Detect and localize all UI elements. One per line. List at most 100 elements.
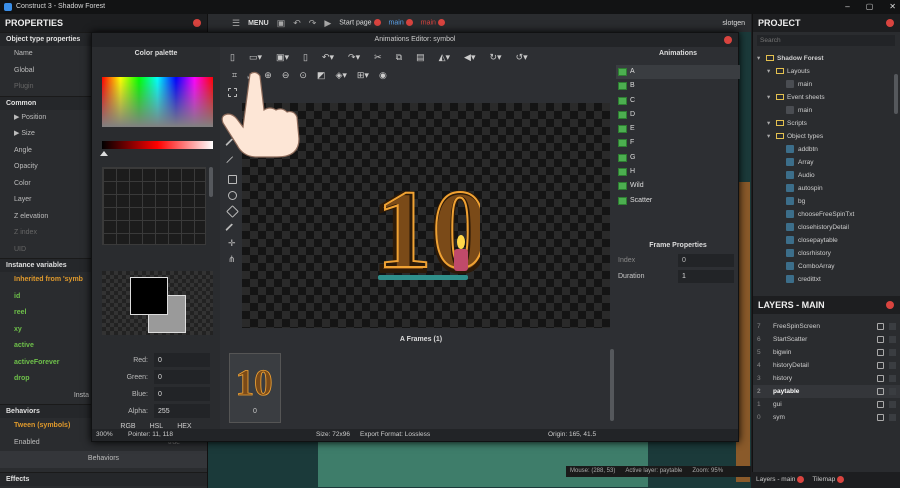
close-tab-icon[interactable] (373, 19, 381, 27)
project-tree-item[interactable]: main (753, 78, 900, 91)
project-tree-item[interactable]: ▾ Scripts (753, 117, 900, 130)
menu-icon[interactable]: ☰ (232, 18, 240, 29)
rotate-cw-icon[interactable]: ↻▾ (490, 52, 502, 63)
visibility-checkbox[interactable] (889, 375, 896, 382)
redo-icon[interactable]: ↷▾ (348, 52, 360, 63)
undo-icon[interactable]: ↶▾ (322, 52, 334, 63)
swatch-scrollbar[interactable] (209, 167, 213, 197)
project-search-input[interactable] (757, 35, 895, 46)
expand-arrow-icon[interactable]: ▾ (757, 52, 766, 65)
visibility-checkbox[interactable] (889, 336, 896, 343)
animation-item[interactable]: D (616, 108, 740, 122)
tab-main-events[interactable]: main (421, 19, 445, 27)
foreground-color-swatch[interactable] (130, 277, 168, 315)
animation-item[interactable]: G (616, 151, 740, 165)
red-input[interactable]: 0 (154, 353, 210, 367)
lock-icon[interactable] (877, 362, 884, 369)
close-tab-icon[interactable] (797, 475, 805, 483)
hue-slider-handle-icon[interactable] (100, 151, 108, 156)
menu-button[interactable]: MENU (248, 20, 269, 27)
lock-icon[interactable] (877, 401, 884, 408)
copy-file-icon[interactable]: ▯ (303, 52, 308, 63)
tab-start-page[interactable]: Start page (339, 19, 381, 27)
close-panel-icon[interactable] (886, 301, 894, 309)
image-settings-icon[interactable]: ◩ (317, 70, 326, 81)
close-panel-icon[interactable] (886, 19, 894, 27)
project-tree-item[interactable]: ▾ Shadow Forest (753, 52, 900, 65)
project-tree-item[interactable]: closrhistory (753, 247, 900, 260)
project-tree-item[interactable]: chooseFreeSpinTxt (753, 208, 900, 221)
color-swatch-grid[interactable] (102, 167, 206, 245)
lock-icon[interactable] (877, 414, 884, 421)
project-tree-item[interactable]: ▾ Object types (753, 130, 900, 143)
fill-tool-icon[interactable] (226, 205, 239, 218)
project-tree-item[interactable]: Audio (753, 169, 900, 182)
animation-item[interactable]: E (616, 122, 740, 136)
project-scrollbar[interactable] (894, 74, 898, 114)
visibility-checkbox[interactable] (889, 362, 896, 369)
animation-item[interactable]: Wild (616, 179, 740, 193)
preview-icon[interactable]: ◉ (379, 70, 387, 81)
layer-row[interactable]: 1 gui (753, 398, 900, 411)
project-tree-item[interactable]: autospin (753, 182, 900, 195)
project-tree-item[interactable]: main (753, 104, 900, 117)
origin-tool-icon[interactable]: ✛ (228, 239, 237, 248)
close-panel-icon[interactable] (193, 19, 201, 27)
project-tree-item[interactable]: ComboArray (753, 260, 900, 273)
project-tree-item[interactable]: ▾ Event sheets (753, 91, 900, 104)
layer-row[interactable]: 7 FreeSpinScreen (753, 320, 900, 333)
layer-row[interactable]: 3 history (753, 372, 900, 385)
tab-main-layout[interactable]: main (389, 19, 413, 27)
layer-row[interactable]: 6 StartScatter (753, 333, 900, 346)
open-folder-icon[interactable]: ▭▾ (249, 52, 262, 63)
project-tree-item[interactable]: closehistoryDetail (753, 221, 900, 234)
expand-arrow-icon[interactable]: ▾ (767, 65, 776, 78)
dialog-titlebar[interactable]: Animations Editor: symbol (92, 33, 738, 47)
rotate-ccw-icon[interactable]: ↺▾ (516, 52, 528, 63)
animation-item[interactable]: H (616, 165, 740, 179)
minimize-icon[interactable]: – (845, 0, 849, 14)
grid-icon[interactable]: ⊞▾ (357, 70, 369, 81)
expand-arrow-icon[interactable]: ▾ (767, 130, 776, 143)
save-icon[interactable]: ▣▾ (276, 52, 289, 63)
copy-icon[interactable]: ⧉ (396, 52, 402, 63)
paste-icon[interactable]: ▤ (416, 52, 425, 63)
blue-input[interactable]: 0 (154, 387, 210, 401)
image-points-tool-icon[interactable]: ⋔ (228, 255, 237, 264)
animation-item[interactable]: C (616, 94, 740, 108)
ellipse-tool-icon[interactable] (228, 191, 237, 200)
project-tree-item[interactable]: closepaytable (753, 234, 900, 247)
tab-tilemap[interactable]: Tilemap (812, 472, 845, 488)
lock-icon[interactable] (877, 349, 884, 356)
layer-row[interactable]: 2 paytable (753, 385, 900, 398)
save-icon[interactable]: ▣ (277, 18, 286, 29)
project-tree-item[interactable]: credittxt (753, 273, 900, 286)
section-effects[interactable]: Effects (0, 471, 207, 486)
line-tool-icon[interactable] (226, 156, 239, 169)
user-name[interactable]: slotgen (722, 20, 745, 27)
animation-item[interactable]: Scatter (616, 194, 740, 208)
eyedropper-tool-icon[interactable] (225, 223, 234, 232)
frame-thumbnail[interactable]: 10 0 (229, 353, 281, 423)
lock-icon[interactable] (877, 323, 884, 330)
visibility-checkbox[interactable] (889, 414, 896, 421)
alpha-input[interactable]: 255 (154, 404, 210, 418)
frames-scrollbar[interactable] (610, 349, 614, 421)
close-tab-icon[interactable] (837, 475, 845, 483)
expand-arrow-icon[interactable]: ▾ (767, 117, 776, 130)
new-file-icon[interactable]: ▯ (230, 52, 235, 63)
undo-icon[interactable]: ↶ (293, 18, 301, 29)
project-tree-item[interactable]: Array (753, 156, 900, 169)
lock-icon[interactable] (877, 388, 884, 395)
project-tree-item[interactable]: addbtn (753, 143, 900, 156)
visibility-checkbox[interactable] (889, 349, 896, 356)
expand-arrow-icon[interactable]: ▾ (767, 91, 776, 104)
hue-slider[interactable] (102, 141, 213, 149)
animation-item[interactable]: F (616, 136, 740, 150)
green-input[interactable]: 0 (154, 370, 210, 384)
layers-icon[interactable]: ◈▾ (335, 70, 346, 81)
close-icon[interactable]: ✕ (889, 0, 896, 14)
flip-vertical-icon[interactable]: ◀▾ (464, 52, 475, 63)
close-dialog-icon[interactable] (724, 36, 732, 44)
project-tree-item[interactable]: bg (753, 195, 900, 208)
